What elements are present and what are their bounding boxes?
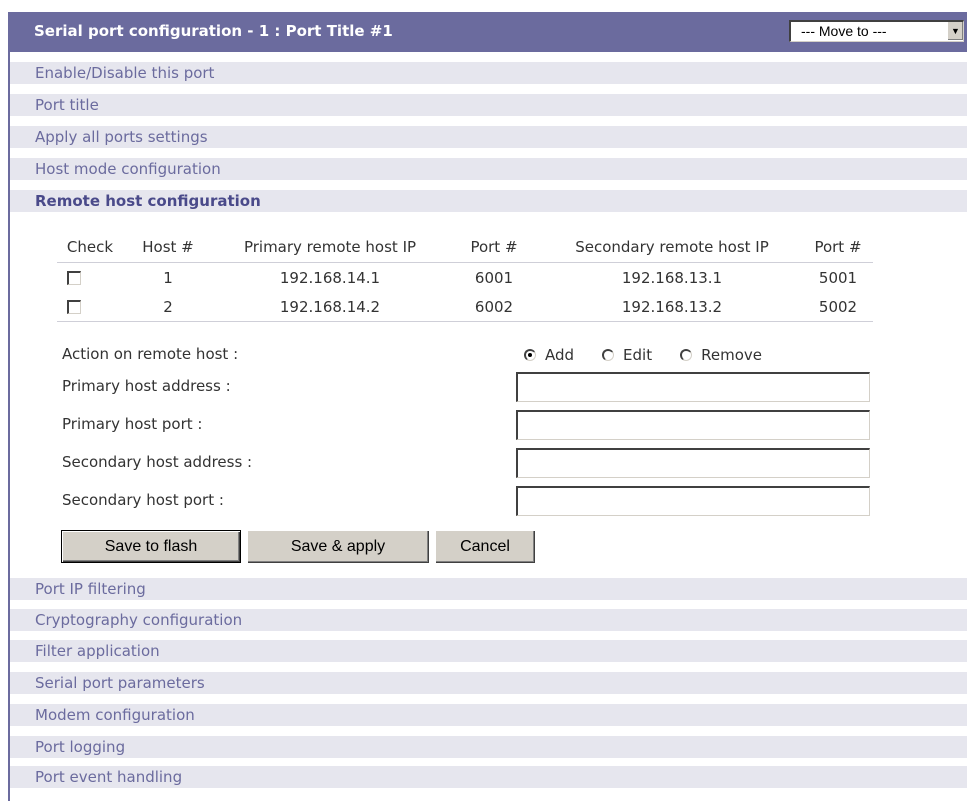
col-primary-ip: Primary remote host IP: [213, 232, 447, 263]
secondary-port: 5002: [803, 292, 873, 322]
section-apply-all-ports[interactable]: Apply all ports settings: [10, 126, 967, 148]
table-row: 1 192.168.14.1 6001 192.168.13.1 5001: [57, 263, 873, 293]
edit-radio[interactable]: [602, 349, 615, 361]
panel-header: Serial port configuration - 1 : Port Tit…: [10, 12, 967, 52]
section-host-mode-configuration[interactable]: Host mode configuration: [10, 158, 967, 180]
secondary-host-port-field[interactable]: [516, 486, 870, 516]
section-modem-configuration[interactable]: Modem configuration: [10, 704, 967, 726]
action-radio-group: Add Edit Remove: [524, 344, 790, 366]
move-to-select[interactable]: --- Move to --- ▼: [789, 20, 964, 42]
col-secondary-port: Port #: [803, 232, 873, 263]
host-2-checkbox[interactable]: [67, 300, 81, 314]
section-port-logging[interactable]: Port logging: [10, 736, 967, 758]
save-and-apply-button[interactable]: Save & apply: [247, 530, 429, 563]
primary-port: 6001: [474, 268, 514, 287]
col-secondary-ip: Secondary remote host IP: [541, 232, 803, 263]
secondary-host-address-field[interactable]: [516, 448, 870, 478]
remote-hosts-table: Check Host # Primary remote host IP Port…: [57, 232, 873, 322]
section-port-event-handling[interactable]: Port event handling: [10, 766, 967, 788]
host-number: 1: [163, 268, 173, 287]
host-1-checkbox[interactable]: [67, 271, 81, 285]
move-to-value: --- Move to ---: [801, 23, 887, 39]
secondary-ip: 192.168.13.1: [621, 268, 723, 287]
cancel-button[interactable]: Cancel: [435, 530, 535, 563]
secondary-ip: 192.168.13.2: [541, 292, 803, 322]
section-remote-host-configuration[interactable]: Remote host configuration: [10, 190, 967, 212]
config-panel: Serial port configuration - 1 : Port Tit…: [8, 12, 967, 801]
primary-address-label: Primary host address :: [62, 377, 231, 395]
add-radio[interactable]: [524, 349, 536, 361]
primary-ip: 192.168.14.2: [213, 292, 447, 322]
section-port-title[interactable]: Port title: [10, 94, 967, 116]
action-remove-option[interactable]: Remove: [680, 346, 762, 364]
action-label: Action on remote host :: [62, 345, 239, 363]
col-primary-port: Port #: [447, 232, 541, 263]
remove-radio[interactable]: [680, 349, 693, 361]
page-title: Serial port configuration - 1 : Port Tit…: [34, 22, 393, 40]
save-to-flash-button[interactable]: Save to flash: [61, 530, 241, 563]
col-check: Check: [57, 232, 123, 263]
section-port-ip-filtering[interactable]: Port IP filtering: [10, 578, 967, 600]
primary-host-port-field[interactable]: [516, 410, 870, 440]
secondary-port-label: Secondary host port :: [62, 491, 224, 509]
action-edit-option[interactable]: Edit: [602, 346, 652, 364]
section-enable-disable-port[interactable]: Enable/Disable this port: [10, 62, 967, 84]
section-filter-application[interactable]: Filter application: [10, 640, 967, 662]
edit-label: Edit: [623, 346, 653, 364]
section-serial-port-parameters[interactable]: Serial port parameters: [10, 672, 967, 694]
chevron-down-icon[interactable]: ▼: [947, 22, 963, 40]
secondary-address-label: Secondary host address :: [62, 453, 253, 471]
action-add-option[interactable]: Add: [524, 346, 574, 364]
primary-ip: 192.168.14.1: [279, 268, 381, 287]
remove-label: Remove: [701, 346, 762, 364]
primary-port: 6002: [447, 292, 541, 322]
secondary-port: 5001: [818, 268, 858, 287]
primary-host-address-field[interactable]: [516, 372, 870, 402]
primary-port-label: Primary host port :: [62, 415, 203, 433]
table-row: 2 192.168.14.2 6002 192.168.13.2 5002: [57, 292, 873, 322]
section-cryptography-configuration[interactable]: Cryptography configuration: [10, 609, 967, 631]
col-host-number: Host #: [123, 232, 213, 263]
add-label: Add: [545, 346, 575, 364]
table-header-row: Check Host # Primary remote host IP Port…: [57, 232, 873, 263]
host-number: 2: [123, 292, 213, 322]
